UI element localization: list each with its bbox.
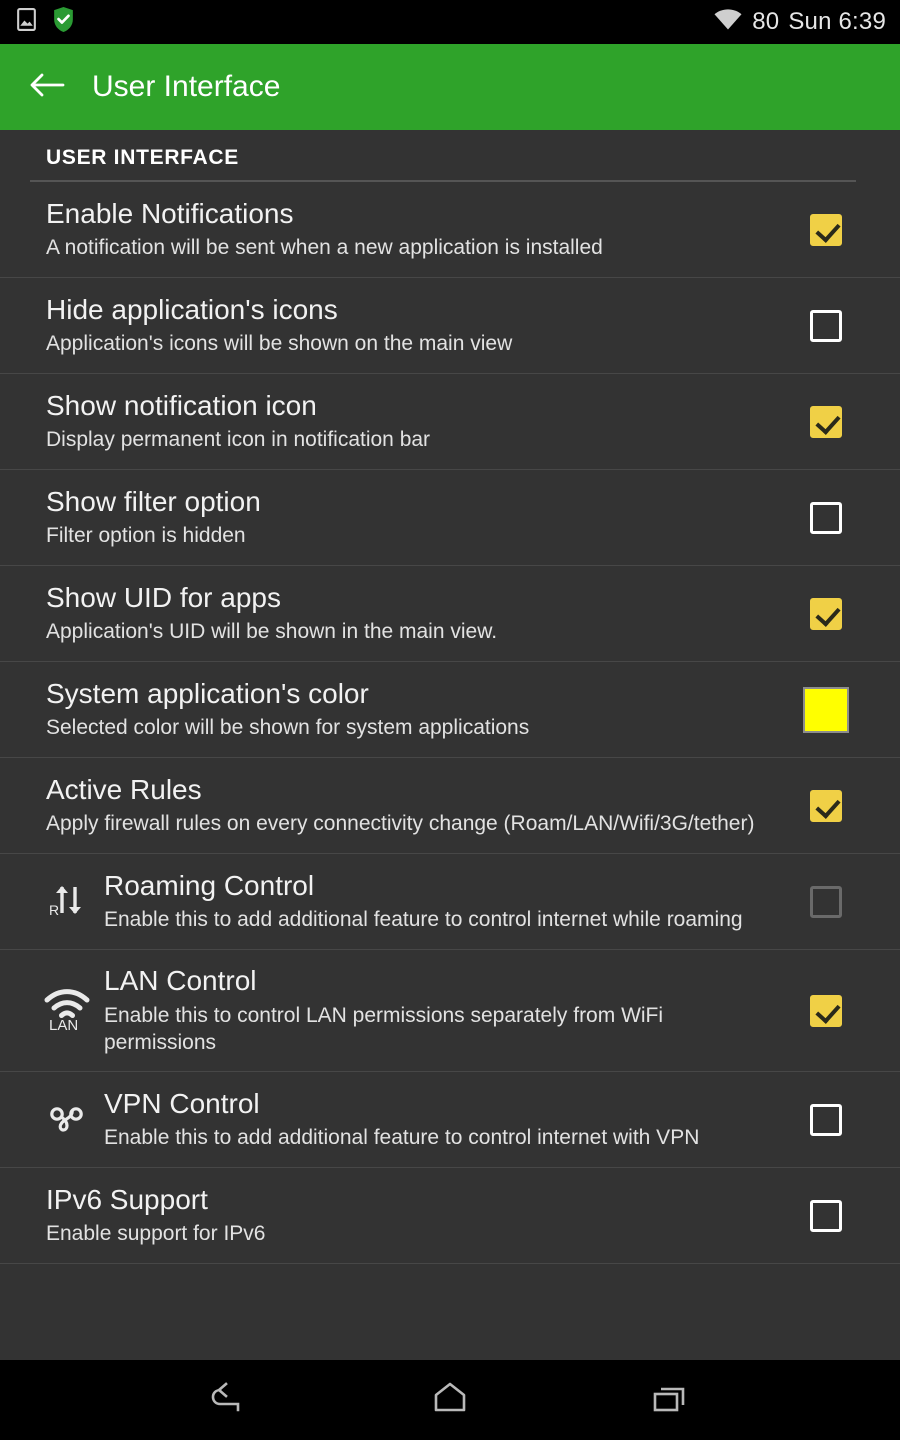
status-bar-system-icons: 80 Sun 6:39 (713, 8, 886, 37)
preference-row[interactable]: R Roaming Control Enable this to add addit… (0, 854, 900, 950)
preference-row[interactable]: Enable Notifications A notification will … (0, 182, 900, 278)
action-bar: User Interface (0, 44, 900, 130)
row-icon-slot: R (30, 875, 104, 928)
row-subtitle: Enable this to add additional feature to… (104, 908, 743, 932)
row-control (796, 789, 856, 822)
shield-check-icon (51, 6, 76, 38)
svg-text:LAN: LAN (49, 1017, 78, 1033)
preference-row[interactable]: Active Rules Apply firewall rules on ever… (0, 758, 900, 854)
row-title: VPN Control (104, 1087, 260, 1119)
row-title: Active Rules (46, 773, 202, 805)
row-text: Show filter option Filter option is hidde… (46, 485, 796, 550)
checkbox[interactable] (810, 1103, 842, 1136)
android-settings-screen: 80 Sun 6:39 User Interface USER INTERFAC… (0, 0, 900, 1440)
row-control (796, 501, 856, 534)
row-control (796, 405, 856, 438)
nav-recents-button[interactable] (625, 1365, 715, 1435)
nav-recents-icon (646, 1378, 694, 1423)
row-title: Show UID for apps (46, 581, 281, 613)
screenshot-icon (14, 7, 39, 37)
row-text: System application's color Selected color… (46, 677, 796, 742)
checkbox (810, 885, 842, 918)
row-title: Show notification icon (46, 389, 317, 421)
nav-back-icon (206, 1378, 254, 1423)
row-subtitle: Apply firewall rules on every connectivi… (46, 812, 755, 836)
back-arrow-icon (29, 70, 65, 105)
row-subtitle: Enable support for IPv6 (46, 1222, 266, 1246)
checkbox[interactable] (810, 789, 842, 822)
row-text: Show notification icon Display permanent … (46, 389, 796, 454)
status-bar-notification-icons (14, 6, 76, 38)
preference-row[interactable]: Hide application's icons Application's ic… (0, 278, 900, 374)
checkbox[interactable] (810, 994, 842, 1027)
row-subtitle: Application's icons will be shown on the… (46, 332, 513, 356)
row-title: IPv6 Support (46, 1183, 208, 1215)
row-control (796, 1199, 856, 1232)
settings-list[interactable]: USER INTERFACE Enable Notifications A not… (0, 130, 900, 1360)
checkbox[interactable] (810, 213, 842, 246)
section-header-user-interface: USER INTERFACE (46, 146, 239, 169)
page-title: User Interface (92, 70, 281, 103)
row-title: Hide application's icons (46, 293, 338, 325)
row-title: LAN Control (104, 965, 257, 996)
checkbox[interactable] (810, 597, 842, 630)
row-icon-slot (30, 1097, 104, 1142)
row-control (796, 994, 856, 1027)
svg-text:R: R (49, 902, 59, 918)
wifi-icon (713, 8, 743, 37)
row-control (796, 309, 856, 342)
row-subtitle: A notification will be sent when a new a… (46, 236, 603, 260)
nav-back-button[interactable] (185, 1365, 275, 1435)
row-text: LAN Control Enable this to control LAN pe… (104, 964, 796, 1057)
row-control (796, 686, 856, 733)
status-bar-clock: Sun 6:39 (788, 8, 886, 35)
row-subtitle: Application's UID will be shown in the m… (46, 620, 498, 644)
checkbox[interactable] (810, 309, 842, 342)
status-bar: 80 Sun 6:39 (0, 0, 900, 44)
checkbox[interactable] (810, 501, 842, 534)
row-text: IPv6 Support Enable support for IPv6 (46, 1183, 796, 1248)
preference-row[interactable]: Show UID for apps Application's UID will … (0, 566, 900, 662)
row-control (796, 597, 856, 630)
preference-row[interactable]: IPv6 Support Enable support for IPv6 (0, 1168, 900, 1265)
row-text: Hide application's icons Application's ic… (46, 293, 796, 358)
preference-row[interactable]: VPN Control Enable this to add additional… (0, 1072, 900, 1169)
preference-row[interactable]: LAN LAN Control Enable this to control LAN… (0, 950, 900, 1073)
row-title: Show filter option (46, 485, 261, 517)
color-swatch[interactable] (803, 686, 849, 733)
roaming-icon: R (44, 875, 90, 928)
preference-row[interactable]: System application's color Selected color… (0, 662, 900, 758)
vpn-icon (43, 1097, 91, 1142)
nav-home-icon (426, 1378, 474, 1423)
lan-icon: LAN (41, 983, 93, 1038)
row-text: Roaming Control Enable this to add additi… (104, 869, 796, 934)
nav-home-button[interactable] (405, 1365, 495, 1435)
row-subtitle: Display permanent icon in notification b… (46, 428, 431, 452)
row-control (796, 1103, 856, 1136)
system-navigation-bar (0, 1360, 900, 1440)
battery-level-text: 80 (752, 8, 780, 35)
row-text: Show UID for apps Application's UID will … (46, 581, 796, 646)
row-subtitle: Enable this to control LAN permissions s… (104, 1003, 664, 1055)
row-title: Enable Notifications (46, 197, 294, 229)
checkbox[interactable] (810, 1199, 842, 1232)
row-title: Roaming Control (104, 869, 315, 901)
row-text: VPN Control Enable this to add additional… (104, 1087, 796, 1152)
preference-row[interactable]: Show filter option Filter option is hidde… (0, 470, 900, 566)
row-control (796, 213, 856, 246)
row-subtitle: Filter option is hidden (46, 524, 246, 548)
row-icon-slot: LAN (30, 983, 104, 1038)
checkbox[interactable] (810, 405, 842, 438)
preference-row[interactable]: Show notification icon Display permanent … (0, 374, 900, 470)
row-title: System application's color (46, 677, 369, 709)
row-subtitle: Selected color will be shown for system … (46, 716, 530, 740)
row-control (796, 885, 856, 918)
row-subtitle: Enable this to add additional feature to… (104, 1126, 700, 1150)
row-text: Active Rules Apply firewall rules on ever… (46, 773, 796, 838)
row-text: Enable Notifications A notification will … (46, 197, 796, 262)
back-button[interactable] (24, 64, 70, 110)
preference-rows: Enable Notifications A notification will … (0, 182, 900, 1265)
